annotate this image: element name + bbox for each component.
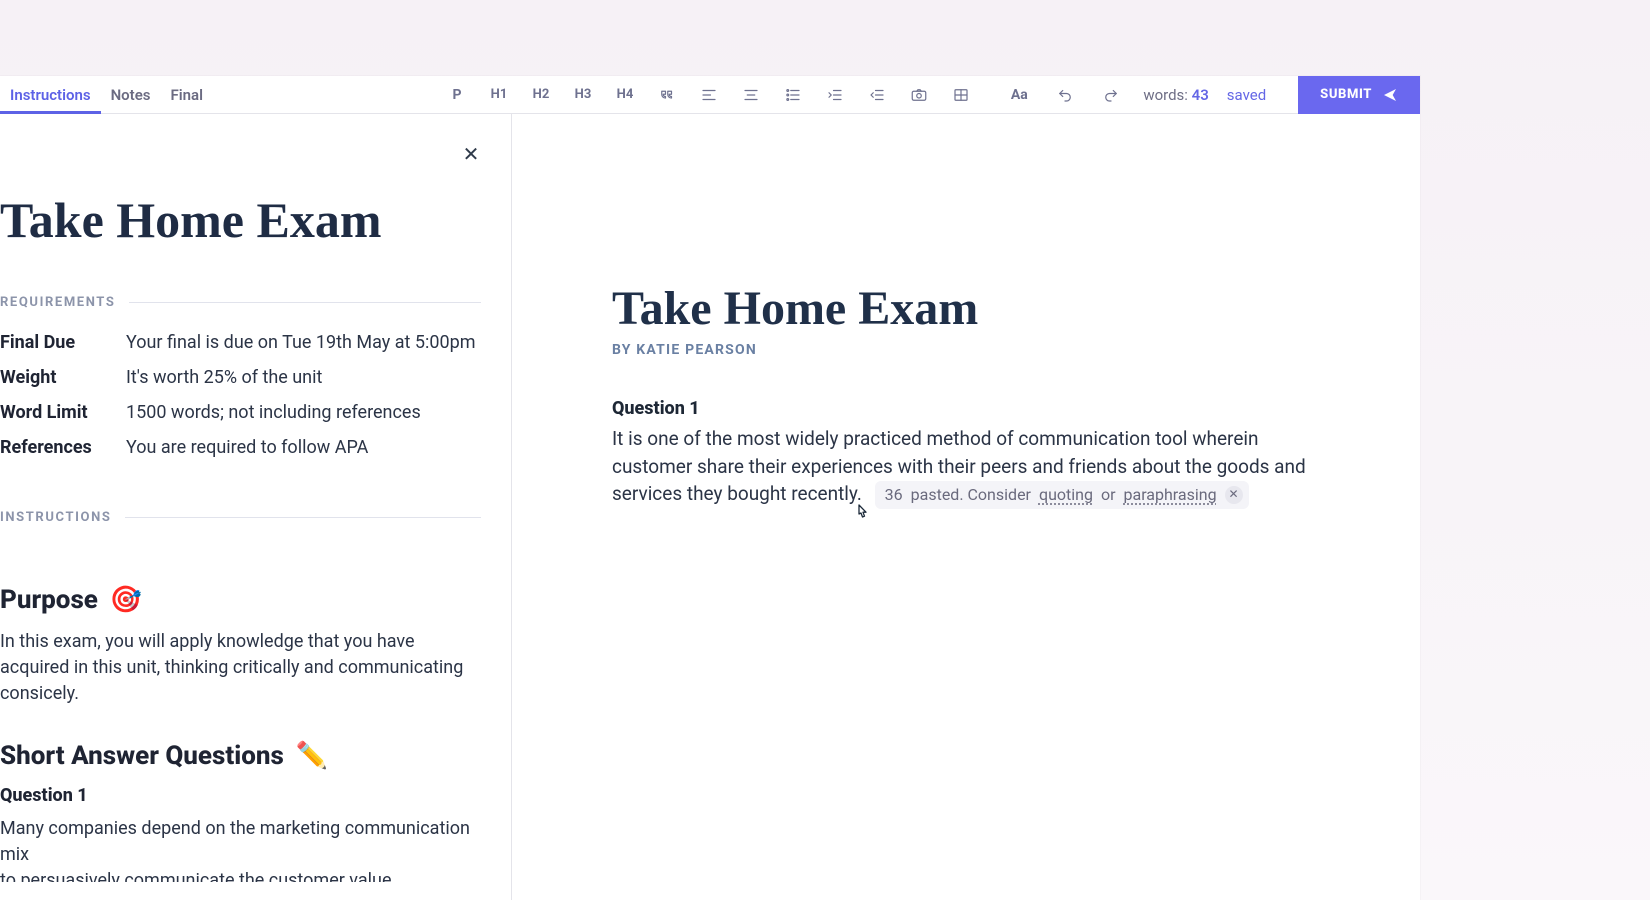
- quote-icon: [658, 86, 676, 104]
- send-icon: [1382, 87, 1398, 103]
- question-1-text-line-1: Many companies depend on the marketing c…: [0, 816, 470, 868]
- close-panel-button[interactable]: ✕: [459, 142, 483, 166]
- dismiss-hint-button[interactable]: ✕: [1225, 486, 1243, 504]
- question-1-label: Question 1: [0, 785, 481, 806]
- word-count-value: 43: [1192, 86, 1209, 104]
- quote-link[interactable]: quoting: [1039, 483, 1093, 506]
- purpose-text: In this exam, you will apply knowledge t…: [0, 629, 470, 707]
- indent-icon: [826, 86, 844, 104]
- outdent-button[interactable]: [863, 81, 891, 109]
- word-count: words: 43: [1143, 86, 1208, 104]
- undo-icon: [1056, 86, 1074, 104]
- workspace: Instructions Notes Final P H1 H2 H3 H4: [0, 76, 1420, 900]
- requirement-value: 1500 words; not including references: [126, 402, 421, 423]
- question-1-text-line-2: to persuasively communicate the customer…: [0, 868, 470, 882]
- redo-button[interactable]: [1097, 81, 1125, 109]
- close-icon: ✕: [1229, 486, 1239, 503]
- submit-label: SUBMIT: [1320, 87, 1372, 102]
- requirement-word-limit: Word Limit 1500 words; not including ref…: [0, 402, 481, 423]
- table-icon: [952, 86, 970, 104]
- align-left-button[interactable]: [695, 81, 723, 109]
- requirement-key: Weight: [0, 367, 106, 388]
- requirement-value: You are required to follow APA: [126, 437, 368, 458]
- requirement-key: References: [0, 437, 106, 458]
- requirement-weight: Weight It's worth 25% of the unit: [0, 367, 481, 388]
- document-byline: BY KATIE PEARSON: [612, 342, 1330, 358]
- assignment-title: Take Home Exam: [0, 194, 481, 247]
- align-center-icon: [742, 86, 760, 104]
- format-toolbar: P H1 H2 H3 H4: [443, 81, 975, 109]
- paraphrase-link[interactable]: paraphrasing: [1124, 483, 1217, 506]
- format-h4[interactable]: H4: [611, 81, 639, 109]
- submit-button[interactable]: SUBMIT: [1298, 76, 1420, 114]
- font-size-button[interactable]: Aa: [1005, 81, 1033, 109]
- target-icon: 🎯: [110, 585, 142, 615]
- purpose-label: Purpose: [0, 585, 98, 615]
- requirement-key: Word Limit: [0, 402, 106, 423]
- word-count-label: words:: [1143, 86, 1188, 104]
- redo-icon: [1102, 86, 1120, 104]
- save-status: saved: [1227, 86, 1280, 104]
- tabs: Instructions Notes Final: [0, 76, 213, 113]
- align-center-button[interactable]: [737, 81, 765, 109]
- paste-hint-or: or: [1101, 483, 1116, 506]
- pencil-icon: ✏️: [296, 741, 328, 771]
- tab-final[interactable]: Final: [161, 76, 213, 113]
- purpose-heading: Purpose 🎯: [0, 585, 481, 615]
- saq-heading: Short Answer Questions ✏️: [0, 741, 481, 771]
- instructions-heading: INSTRUCTIONS: [0, 510, 481, 525]
- requirement-final-due: Final Due Your final is due on Tue 19th …: [0, 332, 481, 353]
- saq-label: Short Answer Questions: [0, 741, 284, 771]
- answer-question-1-heading[interactable]: Question 1: [612, 398, 1330, 419]
- indent-button[interactable]: [821, 81, 849, 109]
- paste-hint-text: pasted. Consider: [911, 483, 1031, 506]
- paste-hint: 36 pasted. Consider quoting or paraphras…: [875, 481, 1249, 508]
- tab-instructions[interactable]: Instructions: [0, 76, 101, 113]
- toolbar: Instructions Notes Final P H1 H2 H3 H4: [0, 76, 1420, 114]
- tab-label: Notes: [111, 86, 151, 104]
- requirement-references: References You are required to follow AP…: [0, 437, 481, 458]
- list-bullets-button[interactable]: [779, 81, 807, 109]
- format-h3[interactable]: H3: [569, 81, 597, 109]
- document-title[interactable]: Take Home Exam: [612, 284, 1330, 334]
- requirement-value: It's worth 25% of the unit: [126, 367, 322, 388]
- align-left-icon: [700, 86, 718, 104]
- format-h1[interactable]: H1: [485, 81, 513, 109]
- insert-image-button[interactable]: [905, 81, 933, 109]
- requirements-heading: REQUIREMENTS: [0, 295, 481, 310]
- requirement-key: Final Due: [0, 332, 106, 353]
- list-bullets-icon: [784, 86, 802, 104]
- insert-table-button[interactable]: [947, 81, 975, 109]
- tab-notes[interactable]: Notes: [101, 76, 161, 113]
- toolbar-right: Aa words: 43 saved SUBMIT: [1005, 76, 1420, 114]
- answer-question-1-text[interactable]: It is one of the most widely practiced m…: [612, 425, 1330, 508]
- requirement-value: Your final is due on Tue 19th May at 5:0…: [126, 332, 476, 353]
- undo-button[interactable]: [1051, 81, 1079, 109]
- close-icon: ✕: [463, 142, 480, 166]
- tab-label: Instructions: [10, 86, 91, 104]
- body: ✕ Take Home Exam REQUIREMENTS Final Due …: [0, 114, 1420, 900]
- paste-count: 36: [885, 483, 903, 506]
- outdent-icon: [868, 86, 886, 104]
- format-h2[interactable]: H2: [527, 81, 555, 109]
- instructions-panel: ✕ Take Home Exam REQUIREMENTS Final Due …: [0, 114, 512, 900]
- format-paragraph[interactable]: P: [443, 81, 471, 109]
- editor-pane[interactable]: Take Home Exam BY KATIE PEARSON Question…: [512, 114, 1420, 900]
- tab-label: Final: [171, 86, 203, 104]
- camera-icon: [910, 86, 928, 104]
- format-quote-button[interactable]: [653, 81, 681, 109]
